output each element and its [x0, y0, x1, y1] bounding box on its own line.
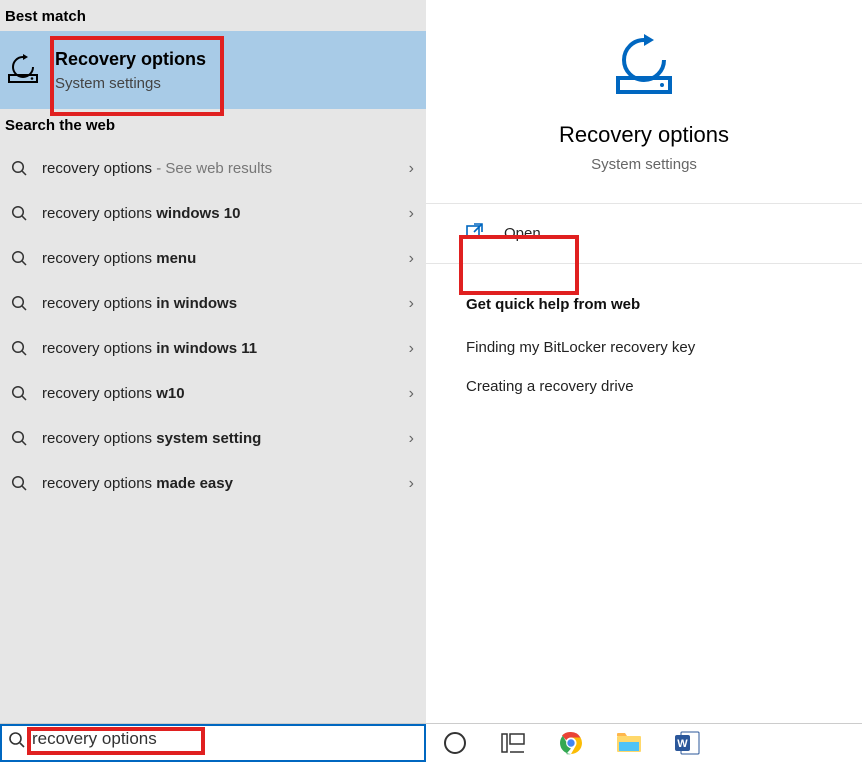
search-icon: [6, 340, 32, 357]
best-match-result[interactable]: Recovery options System settings: [0, 31, 426, 109]
best-match-title: Recovery options: [55, 48, 206, 71]
web-result-item[interactable]: recovery options windows 10 ›: [0, 191, 426, 236]
web-result-item[interactable]: recovery options made easy ›: [0, 461, 426, 506]
search-icon: [6, 430, 32, 447]
web-result-item[interactable]: recovery options - See web results ›: [0, 146, 426, 191]
word-icon[interactable]: W: [674, 730, 700, 756]
detail-hero: Recovery options System settings: [426, 0, 862, 173]
chevron-right-icon: ›: [409, 475, 414, 493]
help-link-recovery-drive[interactable]: Creating a recovery drive: [466, 378, 862, 395]
chevron-right-icon: ›: [409, 340, 414, 358]
open-external-icon: [466, 222, 484, 245]
cortana-icon[interactable]: [442, 730, 468, 756]
web-results-list: recovery options - See web results › rec…: [0, 140, 426, 506]
open-action[interactable]: Open: [426, 204, 862, 264]
detail-panel: Recovery options System settings Open Ge…: [426, 0, 862, 723]
search-icon: [6, 295, 32, 312]
web-result-text: recovery options in windows: [32, 295, 409, 312]
open-label: Open: [504, 225, 541, 242]
recovery-drive-icon: [3, 53, 43, 87]
search-icon: [6, 250, 32, 267]
web-result-item[interactable]: recovery options in windows ›: [0, 281, 426, 326]
svg-text:W: W: [677, 738, 688, 750]
chevron-right-icon: ›: [409, 250, 414, 268]
best-match-subtitle: System settings: [55, 75, 206, 92]
web-result-text: recovery options menu: [32, 250, 409, 267]
search-box[interactable]: [0, 724, 426, 762]
web-result-text: recovery options w10: [32, 385, 409, 402]
search-results-panel: Best match Recovery options System setti…: [0, 0, 426, 723]
web-result-item[interactable]: recovery options menu ›: [0, 236, 426, 281]
chevron-right-icon: ›: [409, 295, 414, 313]
web-result-item[interactable]: recovery options system setting ›: [0, 416, 426, 461]
chrome-icon[interactable]: [558, 730, 584, 756]
search-web-header: Search the web: [0, 109, 426, 140]
file-explorer-icon[interactable]: [616, 730, 642, 756]
taskbar: W: [0, 723, 862, 761]
search-input[interactable]: [32, 729, 392, 757]
quick-help-header: Get quick help from web: [466, 296, 862, 313]
chevron-right-icon: ›: [409, 430, 414, 448]
detail-subtitle: System settings: [426, 156, 862, 173]
chevron-right-icon: ›: [409, 385, 414, 403]
search-icon: [6, 475, 32, 492]
help-link-bitlocker[interactable]: Finding my BitLocker recovery key: [466, 339, 862, 356]
recovery-drive-icon-large: [426, 30, 862, 102]
web-result-text: recovery options made easy: [32, 475, 409, 492]
web-result-text: recovery options system setting: [32, 430, 409, 447]
task-view-icon[interactable]: [500, 730, 526, 756]
search-icon: [6, 160, 32, 177]
web-result-text: recovery options windows 10: [32, 205, 409, 222]
web-result-text: recovery options - See web results: [32, 160, 409, 177]
web-result-item[interactable]: recovery options in windows 11 ›: [0, 326, 426, 371]
search-icon: [6, 385, 32, 402]
web-result-text: recovery options in windows 11: [32, 340, 409, 357]
web-result-item[interactable]: recovery options w10 ›: [0, 371, 426, 416]
chevron-right-icon: ›: [409, 160, 414, 178]
search-icon: [8, 731, 26, 754]
detail-title: Recovery options: [426, 122, 862, 148]
search-icon: [6, 205, 32, 222]
best-match-header: Best match: [0, 0, 426, 31]
quick-help-section: Get quick help from web Finding my BitLo…: [426, 264, 862, 395]
chevron-right-icon: ›: [409, 205, 414, 223]
